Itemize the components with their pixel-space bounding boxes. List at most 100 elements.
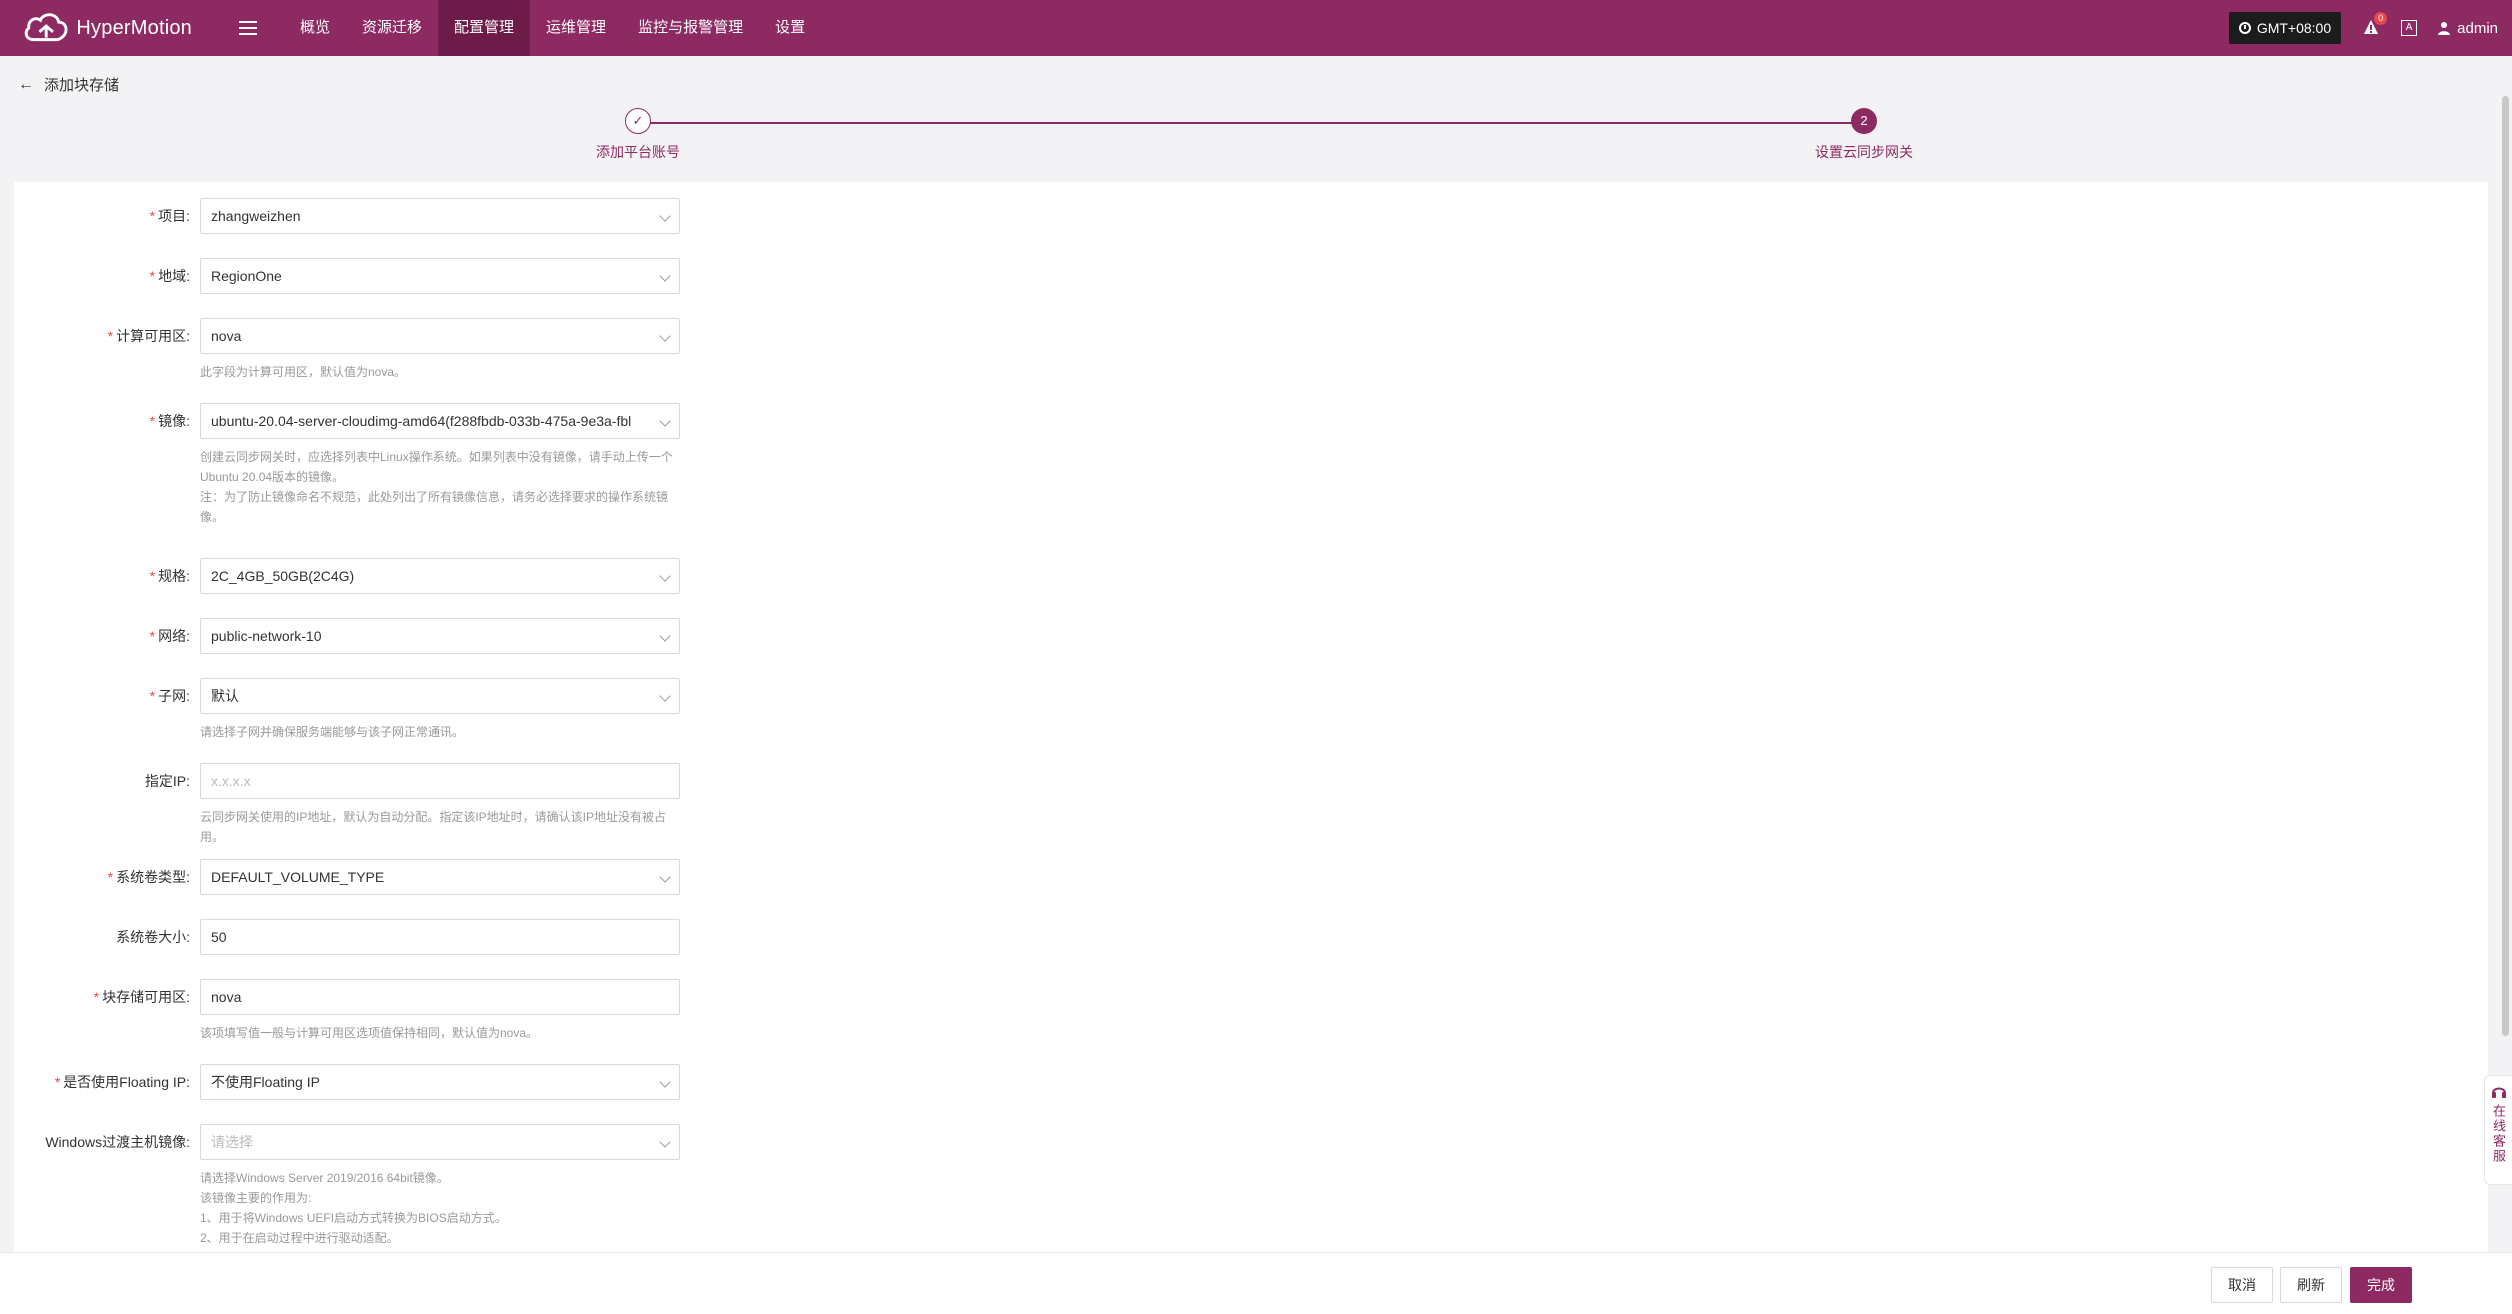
image-label: * 镜像: [149,413,190,429]
footer-actions: 取消 刷新 完成 [0,1252,2512,1314]
ip-label: 指定IP: [144,773,190,789]
arrow-left-icon: ← [18,75,34,93]
win-image-label: Windows过渡主机镜像: [45,1134,190,1150]
cancel-button[interactable]: 取消 [2211,1267,2273,1303]
floating-label: * 是否使用Floating IP: [54,1074,190,1090]
flavor-label: * 规格: [149,568,190,584]
image-select[interactable]: ubuntu-20.04-server-cloudimg-amd64(f288f… [200,403,680,439]
image-hint-1: 创建云同步网关时，应选择列表中Linux操作系统。如果列表中没有镜像，请手动上传… [200,450,673,484]
subnet-value: 默认 [211,688,239,704]
form-panel: * 项目: zhangweizhen * 地域: RegionOne * 计算可用区:… [14,182,2488,1252]
ip-input[interactable]: x.x.x.x [200,763,680,799]
chevron-down-icon [659,1076,671,1088]
vol-type-value: DEFAULT_VOLUME_TYPE [211,869,385,885]
step-label: 添加平台账号 [596,144,680,160]
cloud-logo-icon [24,13,68,42]
subnet-label: * 子网: [149,688,190,704]
brand-name: HyperMotion [76,16,192,39]
language-icon[interactable]: A [2401,20,2418,36]
nav-ops[interactable]: 运维管理 [530,0,622,56]
online-service-widget[interactable]: 在线客服 [2484,1075,2512,1185]
ip-placeholder: x.x.x.x [211,773,251,789]
az-value: nova [211,328,242,344]
vol-type-label: * 系统卷类型: [107,869,190,885]
notification-count: 0 [2374,12,2388,25]
image-hint-2: 注：为了防止镜像命名不规范，此处列出了所有镜像信息，请务必选择要求的操作系统镜像… [200,490,669,524]
win-image-hint-2: 该镜像主要的作用为: [200,1191,312,1205]
chevron-down-icon [659,415,671,427]
chevron-down-icon [659,630,671,642]
chevron-down-icon [659,270,671,282]
vol-size-label: 系统卷大小: [116,929,190,945]
chevron-down-icon [659,690,671,702]
user-menu[interactable]: admin [2437,20,2498,37]
subnet-select[interactable]: 默认 [200,678,680,714]
project-label: * 项目: [149,208,190,224]
block-az-value: nova [211,989,242,1005]
flavor-value: 2C_4GB_50GB(2C4G) [211,568,355,584]
network-select[interactable]: public-network-10 [200,618,680,654]
top-nav-bar: HyperMotion 概览 资源迁移 配置管理 运维管理 监控与报警管理 设置… [0,0,2512,56]
refresh-button[interactable]: 刷新 [2280,1267,2342,1303]
step-number: 2 [1851,108,1877,134]
clock-icon [2238,22,2251,34]
az-hint: 此字段为计算可用区，默认值为nova。 [200,365,407,379]
finish-button[interactable]: 完成 [2350,1267,2412,1303]
win-image-hint-1: 请选择Windows Server 2019/2016 64bit镜像。 [200,1171,449,1185]
subnet-hint: 请选择子网并确保服务端能够与该子网正常通讯。 [200,725,465,739]
step-label: 设置云同步网关 [1815,144,1913,160]
nav-monitor[interactable]: 监控与报警管理 [622,0,759,56]
flavor-select[interactable]: 2C_4GB_50GB(2C4G) [200,558,680,594]
wizard-steps: ✓ 添加平台账号 2 设置云同步网关 [0,108,2512,168]
step-gateway[interactable]: 2 设置云同步网关 [1764,108,1964,162]
project-value: zhangweizhen [211,208,301,224]
chevron-down-icon [659,210,671,222]
step-connector [650,122,1864,124]
ip-hint: 云同步网关使用的IP地址，默认为自动分配。指定该IP地址时，请确认该IP地址没有… [200,810,667,844]
headset-icon [2491,1087,2506,1098]
check-icon: ✓ [625,108,651,134]
page-scrollbar[interactable] [2502,56,2510,1252]
win-image-select[interactable]: 请选择 [200,1124,680,1160]
win-image-hint-3: 1、用于将Windows UEFI启动方式转换为BIOS启动方式。 [200,1211,507,1225]
chevron-down-icon [659,330,671,342]
win-image-placeholder: 请选择 [211,1134,253,1150]
network-label: * 网络: [149,628,190,644]
az-select[interactable]: nova [200,318,680,354]
floating-value: 不使用Floating IP [211,1074,320,1090]
nav-config[interactable]: 配置管理 [438,0,531,56]
brand-logo[interactable]: HyperMotion [22,8,192,48]
back-link[interactable]: ← 添加块存储 [18,74,119,95]
az-label: * 计算可用区: [107,328,190,344]
block-az-input[interactable]: nova [200,979,680,1015]
alarm-bell-icon[interactable]: 0 [2361,12,2388,38]
timezone-badge[interactable]: GMT+08:00 [2228,12,2342,44]
menu-toggle-icon[interactable] [228,0,268,56]
page-title: 添加块存储 [44,77,120,94]
network-value: public-network-10 [211,628,322,644]
nav-overview[interactable]: 概览 [284,0,346,56]
image-value: ubuntu-20.04-server-cloudimg-amd64(f288f… [211,413,632,429]
main-nav: 概览 资源迁移 配置管理 运维管理 监控与报警管理 设置 [284,0,821,56]
user-icon [2438,22,2451,35]
scrollbar-thumb[interactable] [2502,96,2509,1036]
vol-size-input[interactable]: 50 [200,919,680,955]
online-service-label: 在线客服 [2491,1104,2506,1164]
top-right-tools: GMT+08:00 0 A admin [2228,0,2512,56]
timezone-label: GMT+08:00 [2256,20,2332,36]
nav-settings[interactable]: 设置 [759,0,821,56]
region-label: * 地域: [149,268,190,284]
region-select[interactable]: RegionOne [200,258,680,294]
region-value: RegionOne [211,268,282,284]
chevron-down-icon [659,570,671,582]
user-name: admin [2457,19,2498,37]
block-az-hint: 该项填写值一般与计算可用区选项值保持相同，默认值为nova。 [200,1026,539,1040]
vol-size-value: 50 [211,929,227,945]
chevron-down-icon [659,1136,671,1148]
win-image-hint-4: 2、用于在启动过程中进行驱动适配。 [200,1231,399,1245]
floating-select[interactable]: 不使用Floating IP [200,1064,680,1100]
project-select[interactable]: zhangweizhen [200,198,680,234]
nav-migration[interactable]: 资源迁移 [346,0,438,56]
step-add-account[interactable]: ✓ 添加平台账号 [538,108,738,162]
vol-type-select[interactable]: DEFAULT_VOLUME_TYPE [200,859,680,895]
